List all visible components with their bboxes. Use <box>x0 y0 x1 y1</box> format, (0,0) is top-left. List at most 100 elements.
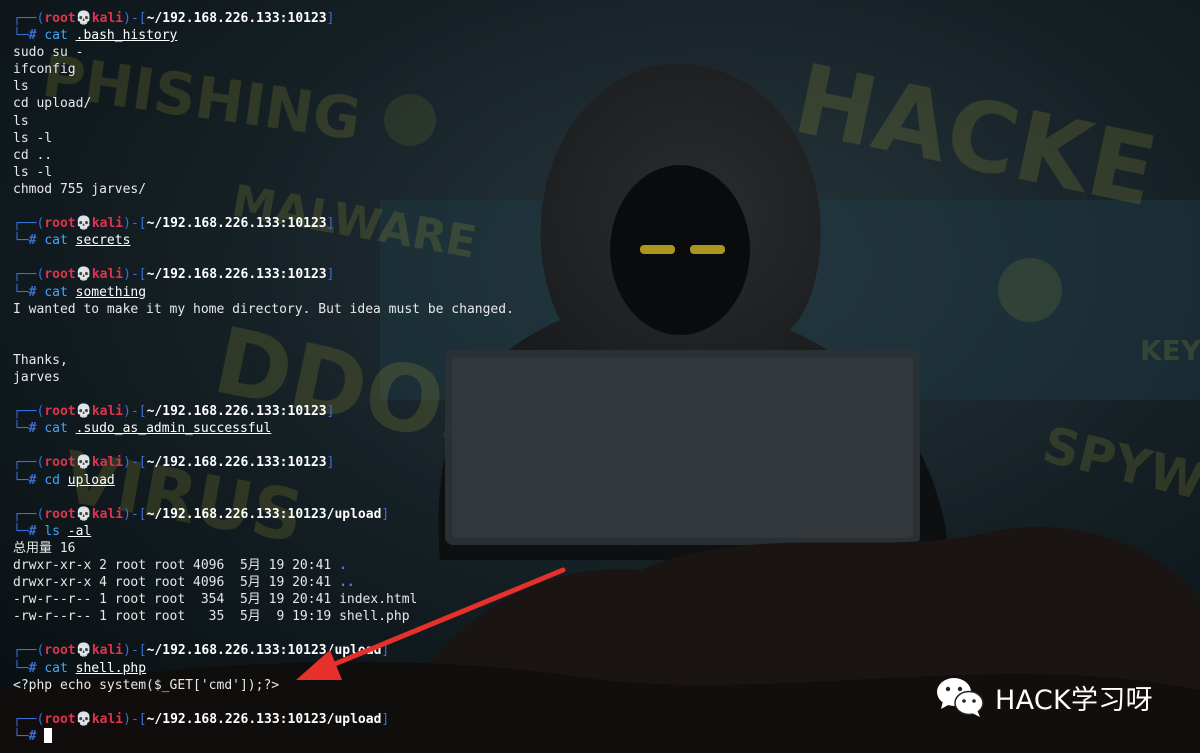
prompt-cwd: ~/192.168.226.133:10123 <box>146 216 327 232</box>
prompt-cwd: ~/192.168.226.133:10123 <box>146 404 327 420</box>
command-arg: secrets <box>75 233 131 249</box>
listing-perms: -rw-r--r-- 1 root root 354 5月 19 20:41 <box>13 592 340 608</box>
prompt-frame: ┌── <box>13 11 37 26</box>
prompt-user: root <box>44 11 76 26</box>
prompt-frame: └─ <box>13 472 29 488</box>
prompt-frame: -[ <box>130 711 147 727</box>
prompt-frame: ] <box>326 267 335 283</box>
prompt-close-bracket: ) <box>123 643 131 659</box>
listing-name: shell.php <box>339 609 410 625</box>
prompt-host: kali <box>91 11 124 26</box>
prompt-frame: └─ <box>13 421 29 437</box>
prompt-header: ┌──(root💀kali)-[~/192.168.226.133:10123] <box>13 403 1183 420</box>
prompt-frame: ┌── <box>13 455 37 471</box>
listing-row: -rw-r--r-- 1 root root 35 5月 9 19:19 she… <box>13 608 1183 625</box>
prompt-user: root <box>44 643 76 659</box>
prompt-host: kali <box>91 506 124 522</box>
prompt-frame: ┌── <box>13 216 37 232</box>
prompt-frame: -[ <box>130 216 147 232</box>
command-line: └─# cat .bash_history <box>13 27 1183 44</box>
prompt-header: ┌──(root💀kali)-[~/192.168.226.133:10123] <box>13 266 1183 283</box>
prompt-user: root <box>44 216 76 232</box>
skull-icon: 💀 <box>75 11 92 26</box>
prompt-cwd: ~/192.168.226.133:10123/upload <box>146 643 382 659</box>
listing-row: drwxr-xr-x 2 root root 4096 5月 19 20:41 … <box>13 557 1183 574</box>
output-line: cd upload/ <box>13 96 92 112</box>
output-line: jarves <box>13 369 60 385</box>
command-name: cat <box>44 233 68 249</box>
output-line: I wanted to make it my home directory. B… <box>13 301 514 317</box>
skull-icon: 💀 <box>75 506 92 522</box>
prompt-header: ┌──(root💀kali)-[~/192.168.226.133:10123] <box>13 215 1183 232</box>
prompt-host: kali <box>91 216 124 232</box>
prompt-header: ┌──(root💀kali)-[~/192.168.226.133:10123/… <box>13 506 1183 523</box>
command-arg: upload <box>67 472 115 488</box>
command-name: cat <box>44 28 68 44</box>
listing-name: . <box>339 558 347 573</box>
prompt-frame: ] <box>326 216 335 232</box>
output-line: 总用量 16 <box>13 540 76 556</box>
prompt-close-bracket: ) <box>123 267 131 283</box>
prompt-close-bracket: ) <box>123 404 131 420</box>
command-arg: .sudo_as_admin_successful <box>75 421 272 437</box>
prompt-header: ┌──(root💀kali)-[~/192.168.226.133:10123] <box>13 10 1183 27</box>
prompt-frame: └─ <box>13 523 29 539</box>
command-name: cat <box>44 421 68 437</box>
watermark-text: HACK学习呀 <box>995 684 1153 716</box>
listing-row: drwxr-xr-x 4 root root 4096 5月 19 20:41 … <box>13 574 1183 591</box>
prompt-close-bracket: ) <box>123 216 131 232</box>
output-line: ifconfig <box>13 62 76 78</box>
command-line: └─# ls -al <box>13 523 1183 540</box>
output-line: cd .. <box>13 147 53 163</box>
prompt-header: ┌──(root💀kali)-[~/192.168.226.133:10123] <box>13 454 1183 471</box>
prompt-frame: -[ <box>130 267 147 283</box>
terminal-output[interactable]: ┌──(root💀kali)-[~/192.168.226.133:10123]… <box>13 10 1183 745</box>
prompt-header: ┌──(root💀kali)-[~/192.168.226.133:10123/… <box>13 642 1183 659</box>
command-arg: .bash_history <box>75 28 178 44</box>
prompt-user: root <box>44 404 76 420</box>
output-line: ls <box>13 113 29 129</box>
output-line: ls -l <box>13 164 53 180</box>
terminal-cursor[interactable] <box>44 727 53 743</box>
listing-name: index.html <box>339 592 418 608</box>
command-arg: something <box>75 284 147 300</box>
prompt-frame: ┌── <box>13 506 37 522</box>
active-prompt-line[interactable]: └─# <box>13 727 1183 745</box>
prompt-user: root <box>44 711 76 727</box>
command-name: cat <box>44 284 68 300</box>
skull-icon: 💀 <box>75 711 92 727</box>
output-line: sudo su - <box>13 45 84 61</box>
prompt-frame: ] <box>326 455 335 471</box>
command-line: └─# cat secrets <box>13 232 1183 249</box>
prompt-frame: └─ <box>13 233 29 249</box>
prompt-cwd: ~/192.168.226.133:10123/upload <box>146 506 382 522</box>
prompt-user: root <box>44 455 76 471</box>
skull-icon: 💀 <box>75 267 92 283</box>
prompt-frame: -[ <box>130 404 147 420</box>
prompt-frame: └─ <box>13 660 29 676</box>
prompt-frame: -[ <box>130 643 147 659</box>
command-name: cat <box>44 660 68 676</box>
prompt-host: kali <box>91 404 124 420</box>
prompt-cwd: ~/192.168.226.133:10123 <box>146 455 327 471</box>
prompt-frame: ┌── <box>13 643 37 659</box>
prompt-close-bracket: ) <box>123 455 131 471</box>
prompt-frame: └─ <box>13 284 29 300</box>
prompt-frame: ] <box>381 711 390 727</box>
prompt-close-bracket: ) <box>123 11 131 26</box>
prompt-host: kali <box>91 711 124 727</box>
wechat-icon <box>937 678 984 717</box>
watermark: HACK学习呀 <box>935 672 1153 722</box>
